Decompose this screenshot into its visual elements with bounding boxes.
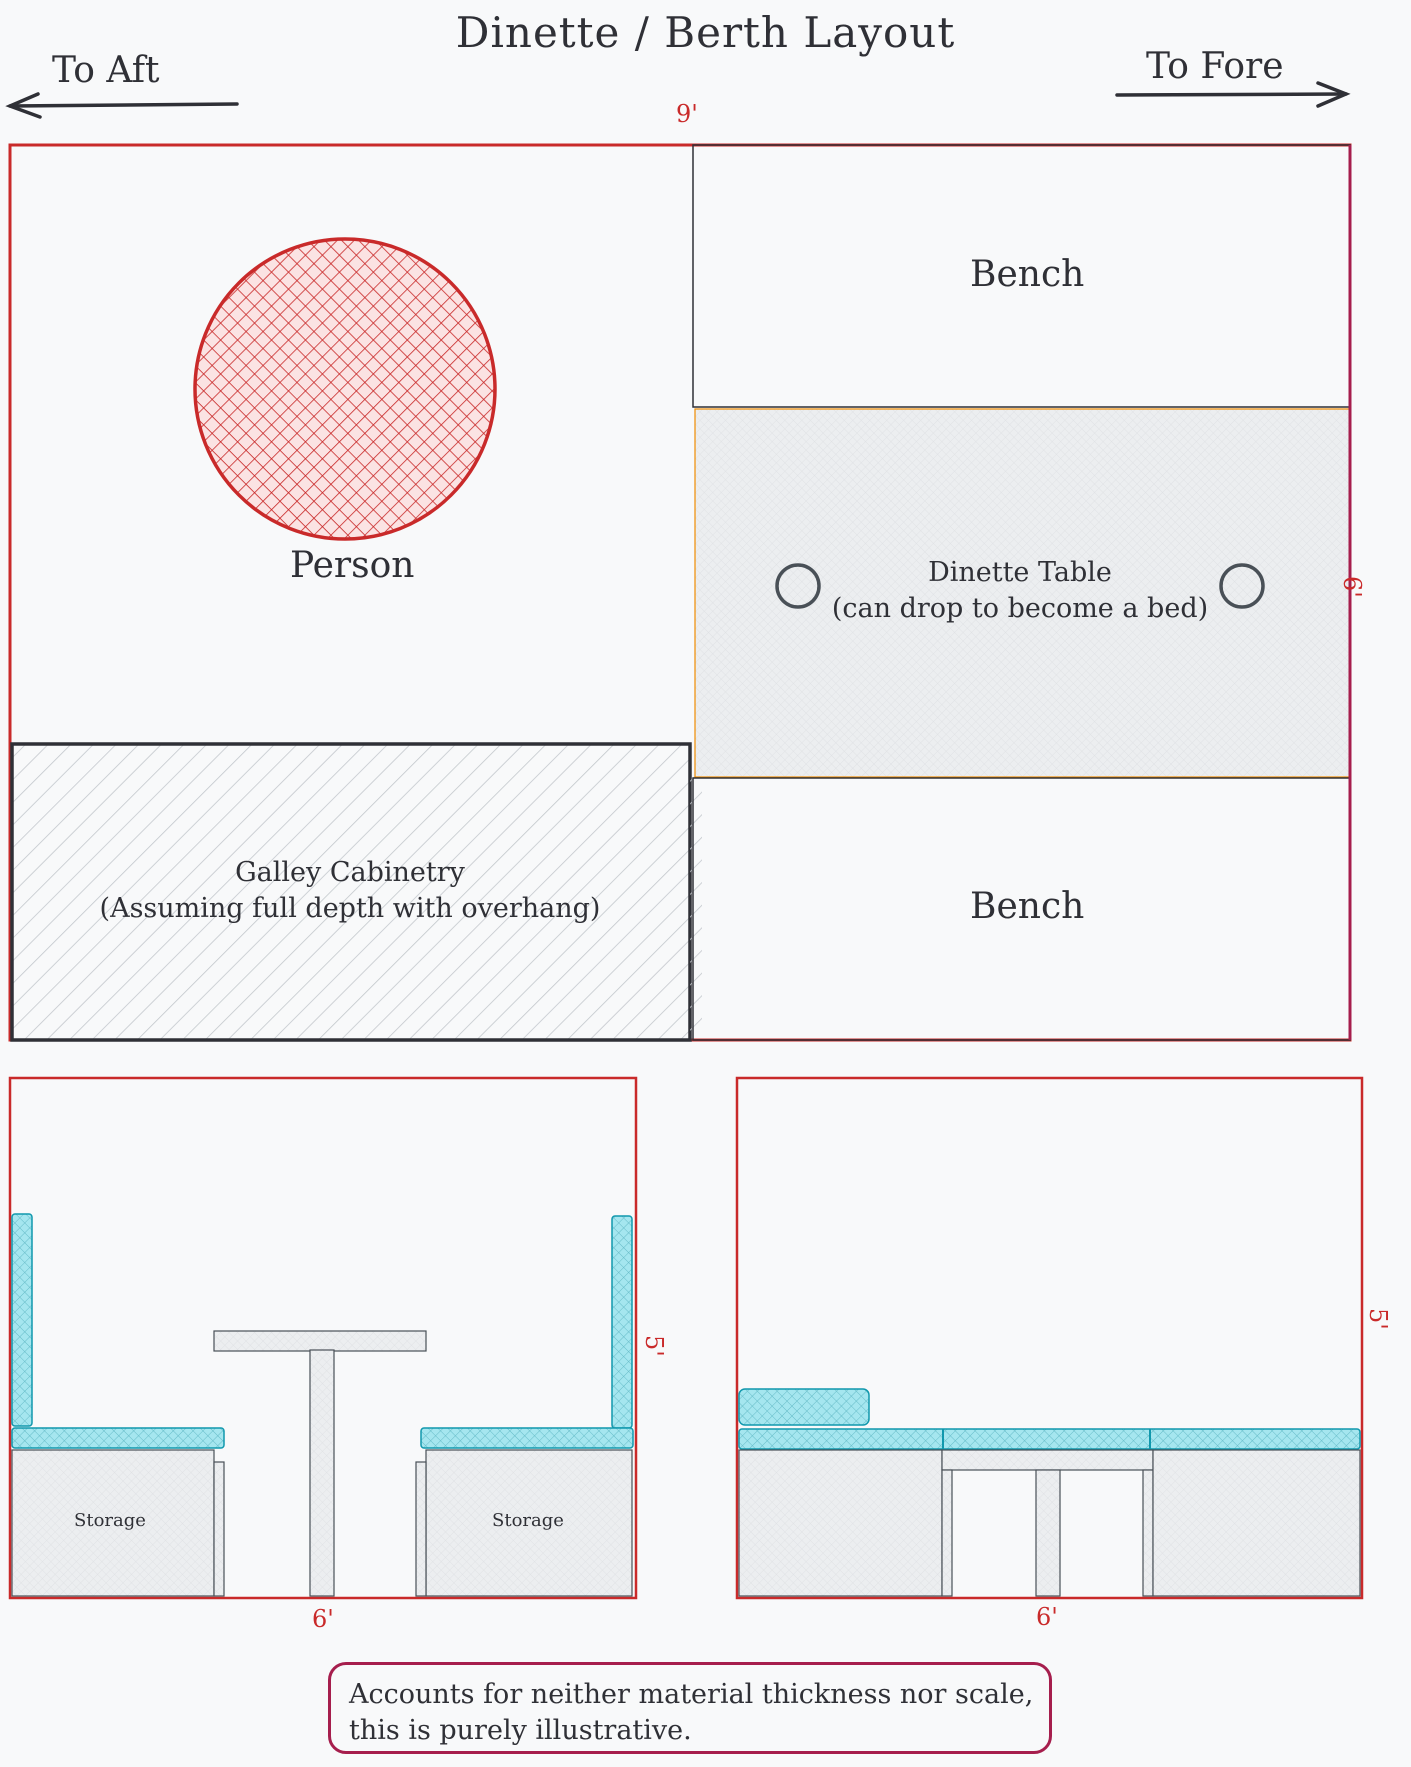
left-elev-width-label: 6' [312, 1605, 334, 1633]
right-support-right [1142, 1469, 1154, 1597]
left-table-pedestal [309, 1349, 335, 1597]
fore-direction-label: To Fore [1146, 46, 1284, 87]
disclaimer-text: Accounts for neither material thickness … [349, 1679, 1034, 1746]
bench-bottom-label: Bench [970, 886, 1085, 927]
galley-label-line1: Galley Cabinetry [235, 857, 465, 888]
left-seat-support-right [415, 1461, 427, 1597]
right-pillow [738, 1388, 870, 1426]
storage-right-label: Storage [492, 1510, 564, 1531]
aft-direction-label: To Aft [52, 50, 160, 91]
right-dropped-tabletop [941, 1449, 1154, 1471]
table-label-line2: (can drop to become a bed) [831, 593, 1209, 624]
galley-hatch-extension [690, 772, 702, 1040]
galley-label-line2: (Assuming full depth with overhang) [99, 893, 601, 924]
aft-arrow [5, 92, 239, 119]
bench-top-label: Bench [970, 254, 1085, 295]
person-circle [193, 237, 497, 541]
right-storage-right [1152, 1449, 1361, 1597]
right-bed-cushion [738, 1428, 1361, 1450]
left-tabletop [213, 1330, 427, 1352]
right-table-pedestal [1035, 1469, 1061, 1597]
person-label: Person [290, 545, 415, 586]
plan-width-label: 9' [676, 100, 698, 128]
right-elev-height-label: 5' [1364, 1308, 1392, 1330]
left-seat-support-left [213, 1461, 225, 1597]
table-label-line1: Dinette Table [928, 557, 1112, 588]
left-backrest-left [11, 1213, 33, 1427]
right-support-left [941, 1469, 953, 1597]
right-storage-left [738, 1449, 943, 1597]
left-elev-height-label: 5' [640, 1335, 668, 1357]
plan-depth-label: 6' [1338, 576, 1366, 598]
left-seat-cushion-left [11, 1427, 225, 1449]
left-seat-cushion-right [420, 1427, 634, 1449]
right-elev-width-label: 6' [1036, 1603, 1058, 1631]
disclaimer-box: Accounts for neither material thickness … [328, 1662, 1052, 1754]
left-backrest-right [611, 1215, 633, 1429]
storage-left-label: Storage [74, 1510, 146, 1531]
